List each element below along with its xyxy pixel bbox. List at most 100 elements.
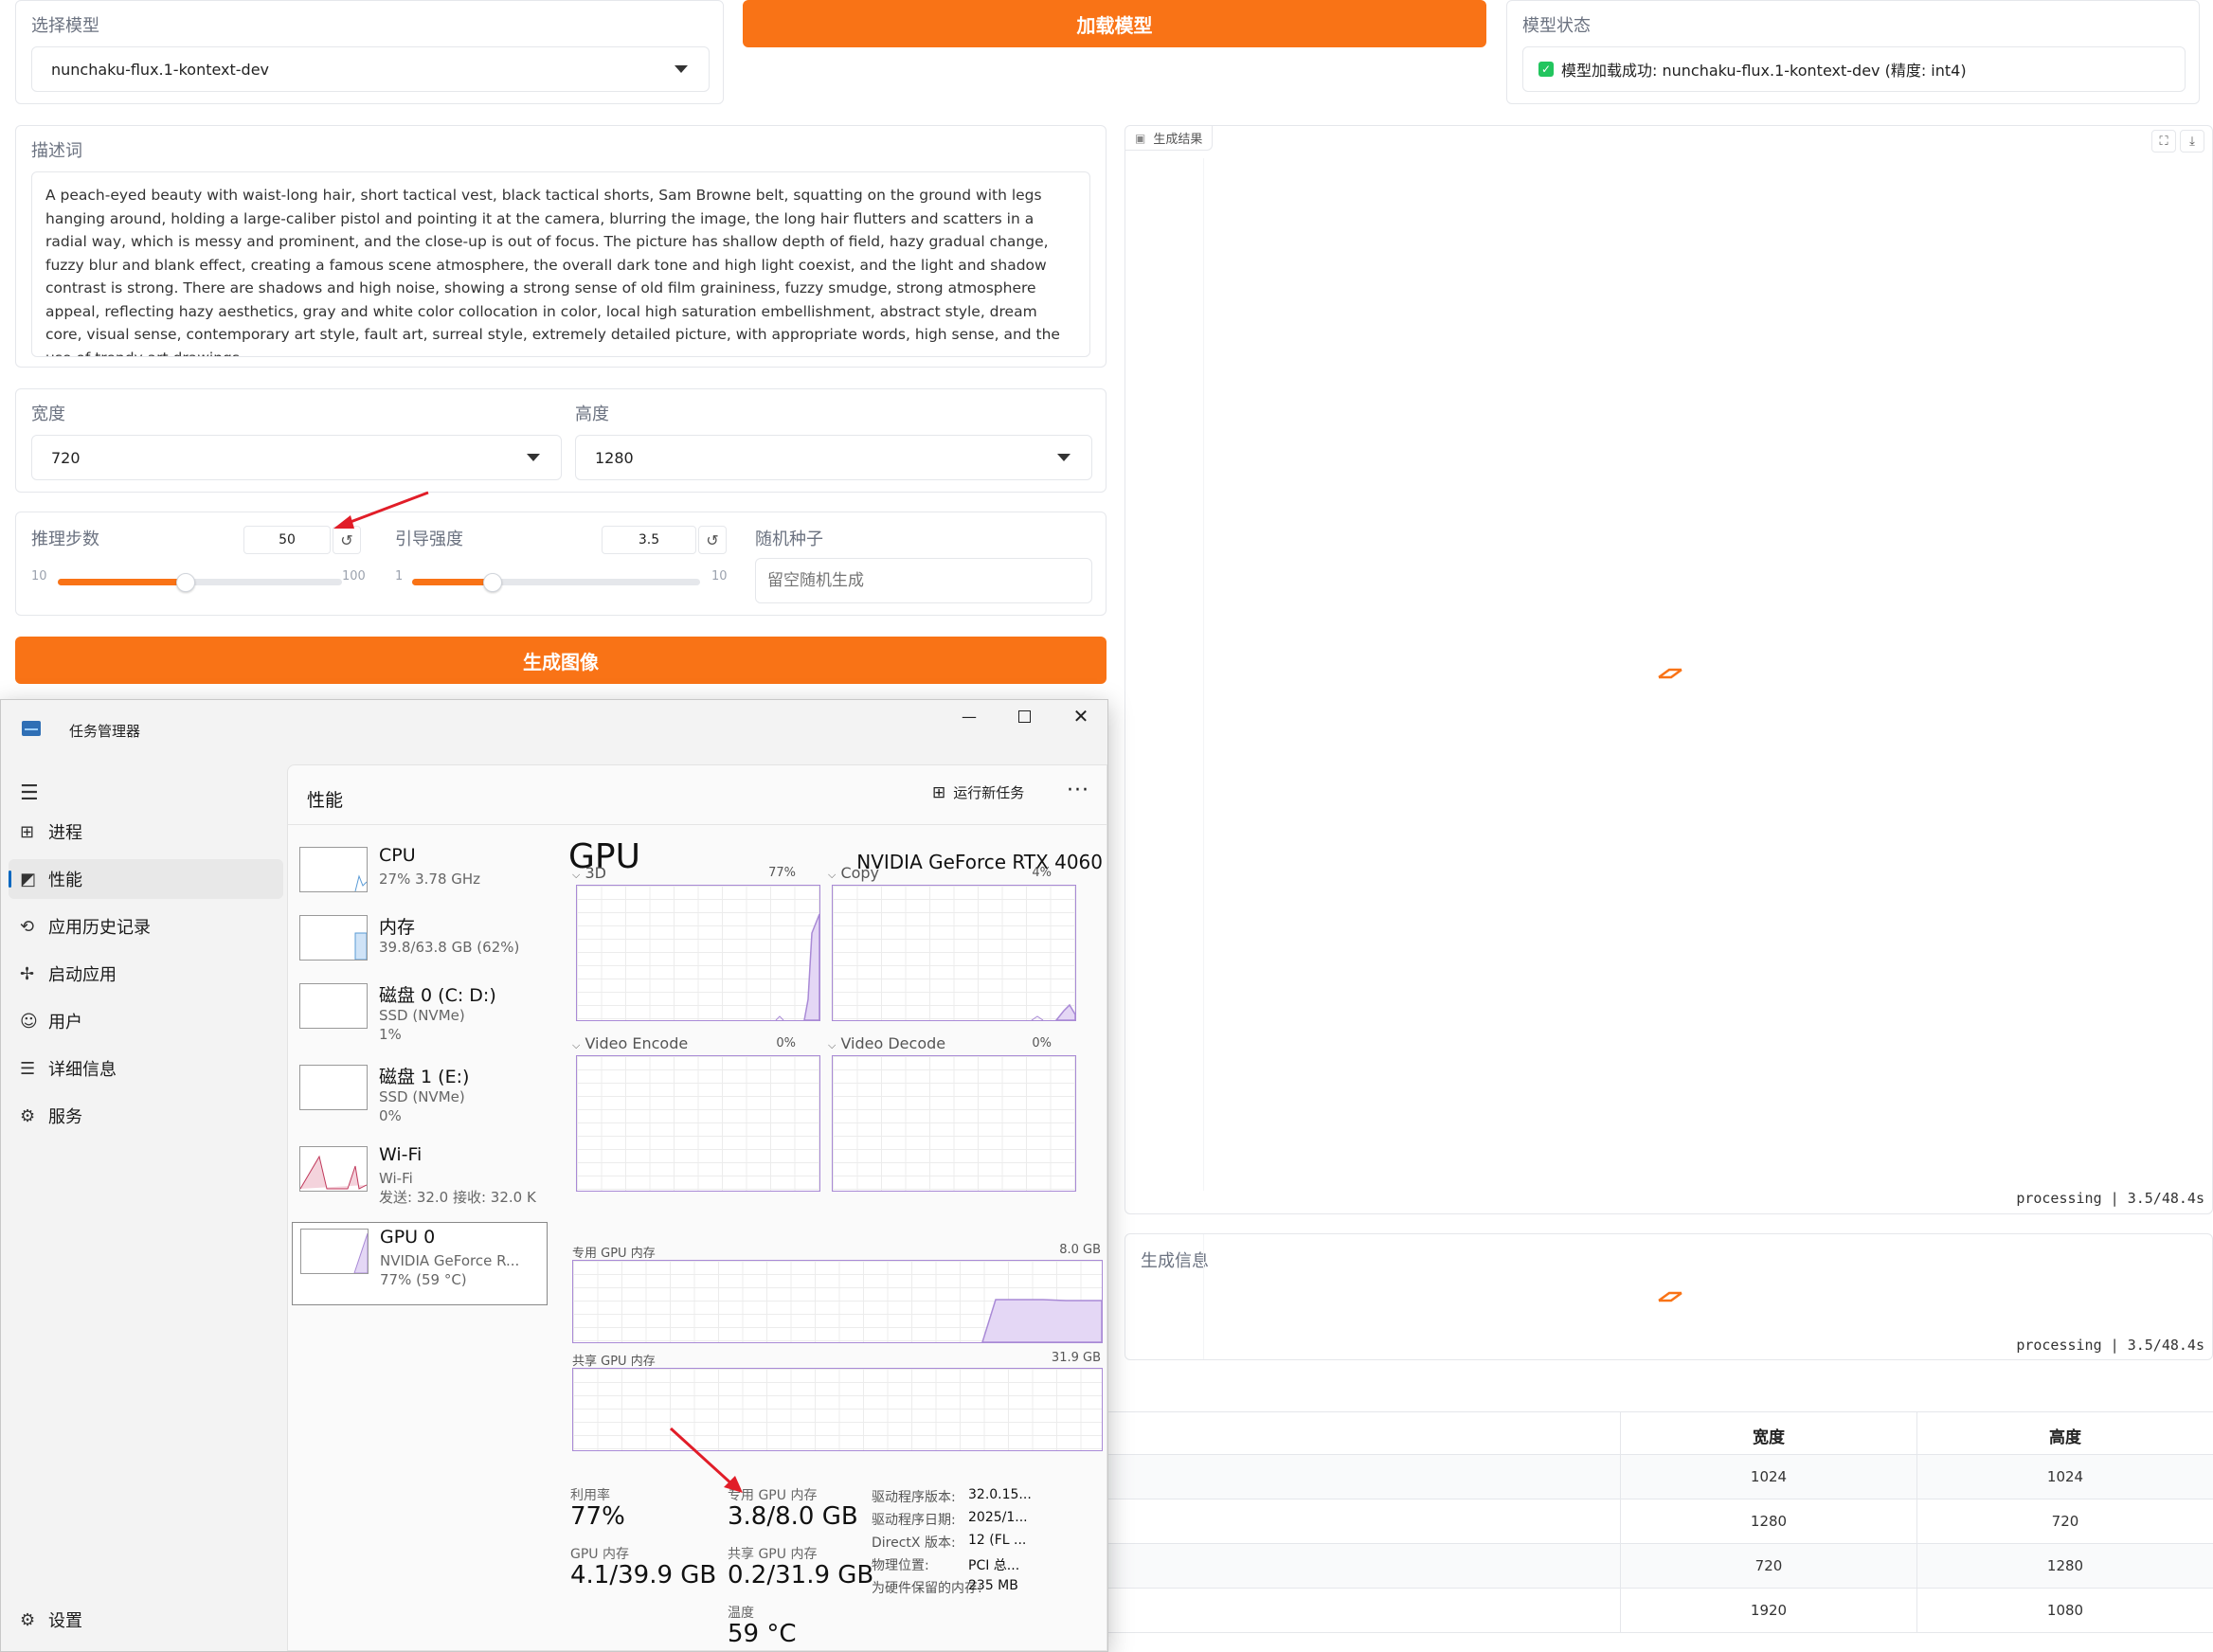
width-dropdown[interactable]: 720 [31,435,562,480]
gpu-info-value: 2025/1... [968,1510,1028,1525]
prompt-textarea[interactable]: A peach-eyed beauty with waist-long hair… [31,171,1090,357]
load-model-button[interactable]: 加载模型 [743,0,1486,47]
steps-max: 100 [342,569,366,584]
fullscreen-icon: ⛶ [2159,134,2168,149]
chevron-down-icon [1057,454,1071,461]
guidance-slider[interactable] [412,573,700,592]
seed-input[interactable] [755,558,1092,603]
resource-item[interactable]: 磁盘 0 (C: D:) SSD (NVMe) 1% [292,978,548,1053]
dedicated-mem-stat-value: 3.8/8.0 GB [728,1502,858,1531]
tm-title: 任务管理器 [69,723,141,740]
info-panel: 生成信息 processing | 3.5/48.4s [1124,1233,2213,1360]
height-label: 高度 [575,404,609,424]
minimize-icon: — [962,707,977,726]
resource-sub2: 0% [379,1107,402,1124]
resource-item[interactable]: CPU 27% 3.78 GHz [292,841,548,917]
steps-input[interactable]: 50 [243,526,331,554]
params-panel: 推理步数 50 ↺ 10 100 引导强度 3.5 ↺ 1 10 随机种子 [15,512,1106,616]
dedicated-mem-label: 专用 GPU 内存 [572,1247,656,1261]
table-cell-height: 1080 [2046,1602,2084,1619]
guidance-reset-button[interactable]: ↺ [698,526,727,554]
resource-title: CPU [379,845,416,866]
generate-button[interactable]: 生成图像 [15,637,1106,684]
tm-settings-label: 设置 [48,1611,82,1631]
prompt-panel: 描述词 A peach-eyed beauty with waist-long … [15,125,1106,368]
maximize-button[interactable] [1003,700,1045,732]
result-label-tab: ▣ 生成结果 [1125,126,1214,151]
resource-item[interactable]: 磁盘 1 (E:) SSD (NVMe) 0% [292,1059,548,1135]
resource-sub1: 27% 3.78 GHz [379,871,481,888]
engine-label[interactable]: ⌵ Video Encode [572,1034,688,1052]
gpu-info-key: DirectX 版本: [872,1535,956,1551]
result-progress: processing | 3.5/48.4s [2016,1190,2204,1207]
resource-item[interactable]: 内存 39.8/63.8 GB (62%) [292,909,548,985]
tm-nav-item[interactable]: ⊞ 进程 [9,812,283,852]
resource-item[interactable]: Wi-Fi Wi-Fi 发送: 32.0 接收: 32.0 K [292,1140,548,1216]
steps-slider[interactable] [58,573,342,592]
engine-label[interactable]: ⌵ Video Decode [828,1034,945,1052]
resource-thumbnail [299,915,368,961]
resource-title: GPU 0 [380,1227,436,1248]
gpu-info-key: 驱动程序日期: [872,1513,956,1528]
table-cell-height: 1280 [2046,1557,2084,1574]
fullscreen-button[interactable]: ⛶ [2151,130,2176,153]
more-options-button[interactable]: ··· [1067,779,1089,802]
shared-mem-label: 共享 GPU 内存 [572,1355,656,1369]
guidance-slider-thumb[interactable] [483,573,502,592]
tm-nav-settings[interactable]: ⚙ 设置 [20,1607,82,1632]
run-new-task-button[interactable]: ⊞ 运行新任务 [932,782,1024,802]
shared-mem-max: 31.9 GB [1051,1351,1101,1365]
gpu-info-key: 为硬件保留的内存: [872,1581,982,1596]
resource-sub1: Wi-Fi [379,1170,413,1187]
engine-label[interactable]: ⌵ Copy [828,864,879,882]
model-select-value: nunchaku-flux.1-kontext-dev [51,60,270,79]
close-button[interactable]: ✕ [1060,700,1102,732]
height-dropdown[interactable]: 1280 [575,435,1092,480]
tm-nav-item[interactable]: ⚙ 服务 [9,1096,283,1136]
steps-slider-thumb[interactable] [176,573,195,592]
table-cell-height: 720 [2051,1513,2079,1530]
tm-nav-label: 详细信息 [48,1060,117,1080]
chevron-down-icon: ⌵ [828,869,837,881]
reset-icon: ↺ [706,530,719,549]
info-progress: processing | 3.5/48.4s [2016,1337,2204,1354]
more-dots-icon: ··· [1067,779,1089,802]
utilization-value: 77% [570,1502,625,1531]
resource-thumbnail [299,847,368,892]
gpu-info-value: 235 MB [968,1578,1018,1593]
table-header-width: 宽度 [1753,1428,1785,1447]
details-icon: ☰ [20,1058,36,1079]
tm-header: 性能 [307,790,344,811]
tm-nav-item[interactable]: ☰ 详细信息 [9,1049,283,1088]
gpu-info-value: 32.0.15... [968,1487,1032,1502]
guidance-slider-fill [412,579,493,585]
engine-graph [832,1055,1076,1192]
hamburger-menu-button[interactable]: ☰ [20,781,39,805]
engine-name: 3D [585,864,606,882]
resource-item[interactable]: GPU 0 NVIDIA GeForce R... 77% (59 °C) [292,1222,548,1305]
tm-nav-item[interactable]: ⟲ 应用历史记录 [9,907,283,946]
width-value: 720 [51,448,81,467]
engine-label[interactable]: ⌵ 3D [572,864,606,882]
result-label: 生成结果 [1153,133,1203,147]
resource-sub1: 39.8/63.8 GB (62%) [379,939,520,956]
minimize-button[interactable]: — [948,700,990,732]
resource-title: Wi-Fi [379,1144,423,1165]
model-status-label: 模型状态 [1522,16,1591,36]
guidance-input[interactable]: 3.5 [602,526,696,554]
table-row: 1920 1080 [1106,1589,2213,1633]
tm-nav-item[interactable]: ◩ 性能 [9,859,283,899]
tm-nav-item[interactable]: ✢ 启动应用 [9,954,283,994]
services-icon: ⚙ [20,1105,36,1126]
model-select-dropdown[interactable]: nunchaku-flux.1-kontext-dev [31,46,710,92]
table-row: 1024 1024 [1106,1455,2213,1499]
engine-graph [576,885,820,1021]
performance-icon: ◩ [20,869,37,889]
tm-nav-label: 应用历史记录 [48,918,151,938]
tm-nav-item[interactable]: ☺ 用户 [9,1001,283,1041]
download-button[interactable]: ⤓ [2180,130,2204,153]
result-panel: ▣ 生成结果 ⛶ ⤓ processing | 3.5/48.4s [1124,125,2213,1214]
tm-header-divider [288,824,1106,825]
chevron-down-icon [527,454,540,461]
resource-title: 磁盘 1 (E:) [379,1067,470,1087]
